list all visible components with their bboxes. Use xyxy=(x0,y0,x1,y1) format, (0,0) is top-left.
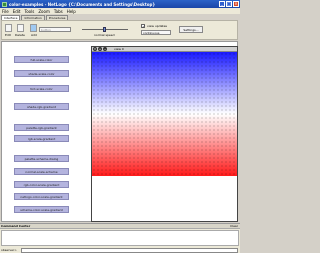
normal-scale-scheme-button[interactable]: normal-scale-scheme xyxy=(14,168,69,175)
add-icon[interactable] xyxy=(30,24,37,32)
edit-icon[interactable] xyxy=(5,24,12,32)
window-controls: _ □ × xyxy=(219,1,239,7)
agent-selector[interactable]: observer> xyxy=(1,248,21,253)
view-menu-icon[interactable]: ▾ xyxy=(93,47,97,51)
world-view[interactable]: ▾ + − view 0 xyxy=(91,46,238,222)
shade-scale-color-button[interactable]: shade-scale-color xyxy=(14,70,69,77)
rgb-color-scale-gradient-button[interactable]: rgb-color-scale-gradient xyxy=(14,181,69,188)
speed-label: normal speed xyxy=(94,33,115,37)
command-center-output[interactable] xyxy=(1,230,239,246)
menu-help[interactable]: Help xyxy=(67,9,76,14)
view-updates-checkbox[interactable]: ✓ xyxy=(141,24,145,29)
scheme-color-scale-gradient-button[interactable]: scheme-color-scale-gradient xyxy=(14,206,69,213)
palette-scheme-dialog-button[interactable]: palette-scheme-dialog xyxy=(14,155,69,162)
tint-scale-color-button[interactable]: tint-scale-color xyxy=(14,85,69,92)
command-center-title: Command Center xyxy=(1,224,31,228)
close-button[interactable]: × xyxy=(233,1,239,7)
menu-zoom[interactable]: Zoom xyxy=(38,9,50,14)
menu-tabs[interactable]: Tabs xyxy=(54,9,63,14)
add-label: Add xyxy=(31,33,37,37)
netlogo-app-icon xyxy=(2,1,7,7)
delete-icon[interactable] xyxy=(17,24,24,32)
palette-rgb-gradient-button[interactable]: palette-rgb-gradient xyxy=(14,124,69,131)
menu-edit[interactable]: Edit xyxy=(13,9,21,14)
command-center: Command Center Clear observer> xyxy=(0,223,240,253)
minimize-button[interactable]: _ xyxy=(219,1,225,7)
full-scale-color-button[interactable]: full-scale-color xyxy=(14,56,69,63)
widget-type-select[interactable]: button xyxy=(39,27,71,32)
title-bar: color-examples - NetLogo {C:\Documents a… xyxy=(0,0,240,8)
netlogo-color-scale-gradient-button[interactable]: netlogo-color-scale-gradient xyxy=(14,193,69,200)
speed-slider-thumb[interactable] xyxy=(103,27,106,32)
maximize-button[interactable]: □ xyxy=(226,1,232,7)
delete-label: Delete xyxy=(15,33,25,37)
rgb-scale-gradient-button[interactable]: rgb-scale-gradient xyxy=(14,135,69,142)
command-input-row: observer> xyxy=(0,247,240,253)
menu-tools[interactable]: Tools xyxy=(24,9,34,14)
view-updates-label: view updates xyxy=(147,24,167,28)
view-zoom-out-icon[interactable]: − xyxy=(103,47,107,51)
settings-button[interactable]: Settings... xyxy=(179,26,203,33)
patch-gradient-canvas xyxy=(92,52,237,176)
edit-label: Edit xyxy=(5,33,11,37)
command-input[interactable] xyxy=(21,248,238,253)
menu-file[interactable]: File xyxy=(2,9,9,14)
menu-bar: File Edit Tools Zoom Tabs Help xyxy=(0,8,240,14)
patch-gradient xyxy=(92,52,237,176)
update-mode-select[interactable]: continuous xyxy=(141,30,171,35)
window-title: color-examples - NetLogo {C:\Documents a… xyxy=(9,1,156,7)
command-center-header: Command Center Clear xyxy=(0,224,240,229)
shade-rgb-gradient-button[interactable]: shade-rgb-gradient xyxy=(14,103,69,110)
view-zoom-in-icon[interactable]: + xyxy=(98,47,102,51)
interface-panel: full-scale-color shade-scale-color tint-… xyxy=(1,41,238,222)
command-center-clear-button[interactable]: Clear xyxy=(230,224,238,229)
interface-toolbar: Edit Delete Add button normal speed ✓ vi… xyxy=(1,20,238,40)
